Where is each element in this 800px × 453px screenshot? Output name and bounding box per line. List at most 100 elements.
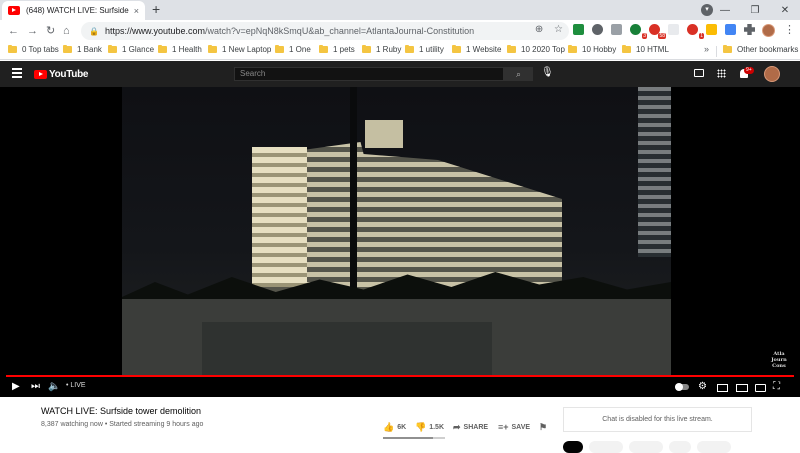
bookmark-folder[interactable]: 1 Website — [452, 45, 501, 54]
folder-icon — [319, 45, 328, 53]
next-icon[interactable]: ⏭ — [31, 381, 40, 393]
save-button[interactable]: ≡+ SAVE — [498, 422, 530, 432]
create-video-icon[interactable] — [694, 69, 704, 77]
browser-toolbar: ← → ↻ ⌂ 🔒 https://www.youtube.com/watch?… — [0, 20, 800, 42]
address-bar[interactable]: 🔒 https://www.youtube.com/watch?v=epNqN8… — [81, 22, 569, 40]
apps-grid-icon[interactable] — [717, 69, 726, 78]
bookmark-folder[interactable]: 1 utility — [405, 45, 444, 54]
maximize-button[interactable]: ❐ — [740, 5, 770, 16]
settings-gear-icon[interactable]: ⚙ — [698, 381, 707, 393]
video-progress-bar[interactable] — [6, 375, 794, 377]
chip[interactable] — [589, 441, 623, 453]
bookmark-folder[interactable]: 1 Glance — [108, 45, 154, 54]
bookmarks-divider — [716, 46, 717, 57]
bookmark-folder[interactable]: 1 Health — [158, 45, 202, 54]
back-button[interactable]: ← — [8, 24, 19, 38]
other-bookmarks-folder[interactable]: Other bookmarks — [723, 45, 798, 54]
extension-icon-5[interactable]: 58 — [649, 24, 666, 39]
youtube-header: YouTube Search ⌕ 🎙 9+ — [0, 61, 800, 87]
bookmark-folder[interactable]: 1 Bank — [63, 45, 102, 54]
foreground-house-image — [202, 322, 492, 377]
browser-tab-active[interactable]: (648) WATCH LIVE: Surfside tower demolit… — [2, 1, 145, 20]
youtube-logo[interactable]: YouTube — [34, 69, 89, 80]
extension-icon-2[interactable] — [592, 24, 603, 35]
video-title: WATCH LIVE: Surfside tower demolition — [41, 406, 202, 416]
search-button[interactable]: ⌕ — [504, 67, 533, 81]
ajc-watermark-logo: Atla Journ Cons — [771, 351, 787, 369]
bookmark-star-icon[interactable]: ☆ — [554, 24, 563, 35]
play-icon[interactable]: ▶ — [12, 381, 20, 393]
checkmark-extension-icon[interactable] — [573, 24, 584, 35]
bookmark-folder[interactable]: 10 HTML — [622, 45, 669, 54]
chrome-menu-icon[interactable]: ⋮ — [784, 23, 795, 36]
chip-all[interactable] — [563, 441, 583, 453]
search-input[interactable]: Search — [234, 67, 504, 81]
home-button[interactable]: ⌂ — [63, 24, 70, 38]
install-icon[interactable]: ⊕ — [535, 24, 543, 35]
folder-icon — [362, 45, 371, 53]
youtube-favicon-icon — [8, 6, 20, 15]
chip[interactable] — [697, 441, 731, 453]
folder-icon — [158, 45, 167, 53]
folder-icon — [452, 45, 461, 53]
extension-icon-9[interactable] — [725, 24, 736, 35]
lock-icon[interactable]: 🔒 — [89, 27, 99, 36]
extension-icon-7[interactable]: 1 — [687, 24, 704, 39]
hamburger-menu-icon[interactable] — [12, 68, 22, 78]
microphone-icon[interactable]: 🎙 — [541, 67, 554, 78]
theater-mode-icon[interactable] — [736, 384, 748, 392]
like-button[interactable]: 👍 6K — [383, 422, 406, 433]
chip[interactable] — [629, 441, 663, 453]
minimize-button[interactable]: — — [710, 5, 740, 16]
forward-button[interactable]: → — [27, 24, 38, 38]
url-host: https://www.youtube.com — [104, 26, 206, 36]
volume-icon[interactable]: 🔈 — [48, 381, 60, 393]
folder-icon — [208, 45, 217, 53]
folder-icon — [405, 45, 414, 53]
chip[interactable] — [669, 441, 691, 453]
bookmark-folder[interactable]: 10 Hobby — [568, 45, 616, 54]
extensions-row: 3 58 1 — [573, 24, 782, 39]
account-avatar[interactable] — [764, 66, 780, 82]
extensions-puzzle-icon[interactable] — [744, 24, 755, 35]
bookmark-folder[interactable]: 10 2020 Top — [507, 45, 565, 54]
extension-icon-3[interactable] — [611, 24, 622, 35]
bookmark-folder[interactable]: 0 Top tabs — [8, 45, 59, 54]
extension-icon-4[interactable]: 3 — [630, 24, 647, 39]
cast-icon[interactable] — [755, 384, 766, 392]
new-tab-button[interactable]: + — [152, 2, 160, 16]
reload-button[interactable]: ↻ — [46, 24, 55, 38]
live-indicator[interactable]: • LIVE — [66, 382, 86, 389]
more-bookmarks-button[interactable]: » — [704, 44, 709, 54]
share-button[interactable]: ➦ SHARE — [453, 422, 488, 433]
flag-icon: ⚑ — [539, 422, 548, 432]
video-frame[interactable] — [122, 87, 671, 377]
youtube-wordmark: YouTube — [49, 69, 89, 80]
autoplay-toggle[interactable] — [675, 383, 689, 391]
miniplayer-icon[interactable] — [717, 384, 728, 392]
google-drive-icon[interactable] — [706, 24, 717, 35]
sentiment-bar — [383, 437, 445, 439]
video-info: WATCH LIVE: Surfside tower demolition 8,… — [0, 397, 800, 453]
tab-close-icon[interactable]: × — [134, 6, 139, 16]
bookmark-folder[interactable]: 1 One — [275, 45, 311, 54]
folder-icon — [275, 45, 284, 53]
bookmark-folder[interactable]: 1 Ruby — [362, 45, 401, 54]
tab-strip: (648) WATCH LIVE: Surfside tower demolit… — [0, 0, 800, 20]
window-controls: — ❐ ✕ — [710, 0, 800, 20]
report-button[interactable]: ⚑ — [539, 422, 550, 433]
thumbs-down-icon: 👎 — [415, 422, 427, 432]
video-player[interactable] — [0, 87, 800, 397]
close-window-button[interactable]: ✕ — [770, 5, 800, 16]
fullscreen-icon[interactable]: ⛶ — [773, 381, 780, 393]
extension-icon-6[interactable] — [668, 24, 679, 35]
folder-icon — [622, 45, 631, 53]
bookmark-folder[interactable]: 1 pets — [319, 45, 355, 54]
dislike-button[interactable]: 👎 1.5K — [415, 422, 444, 433]
bookmark-folder[interactable]: 1 New Laptop — [208, 45, 271, 54]
profile-avatar[interactable] — [762, 24, 775, 37]
folder-icon — [723, 45, 732, 53]
url-path: /watch?v=epNqN8kSmqU&ab_channel=AtlantaJ… — [205, 26, 475, 36]
thumbs-up-icon: 👍 — [383, 422, 395, 432]
player-controls: ▶ ⏭ 🔈 • LIVE ⚙ ⛶ — [0, 379, 800, 397]
